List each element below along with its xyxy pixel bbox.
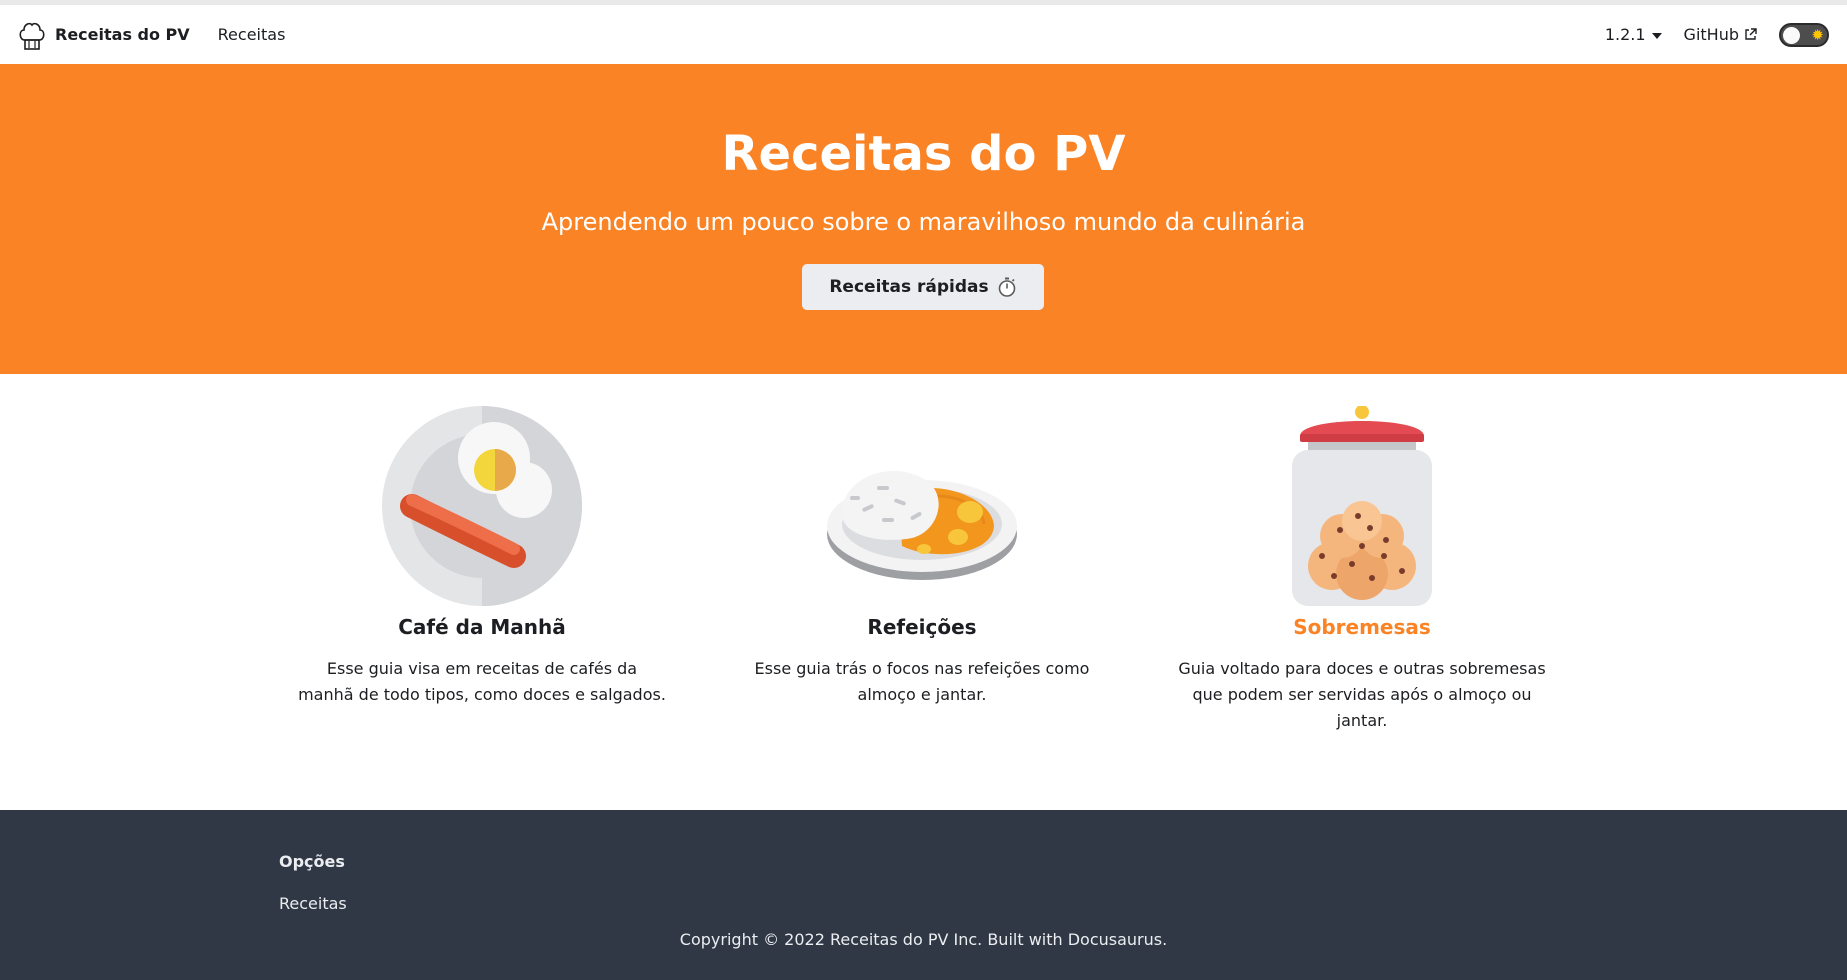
- sun-icon: ✹: [1811, 25, 1824, 44]
- github-label: GitHub: [1683, 25, 1739, 44]
- stopwatch-icon: [998, 277, 1015, 297]
- hero-banner: Receitas do PV Aprendendo um pouco sobre…: [0, 64, 1847, 374]
- feature-description: Esse guia trás o focos nas refeições com…: [754, 659, 1090, 704]
- version-dropdown[interactable]: 1.2.1: [1605, 25, 1662, 44]
- footer: Opções Receitas Copyright © 2022 Receita…: [0, 810, 1847, 980]
- github-link[interactable]: GitHub: [1684, 25, 1757, 44]
- feature-title[interactable]: Sobremesas: [1147, 615, 1577, 639]
- toggle-knob: [1783, 26, 1800, 44]
- cookie-jar-icon: [1292, 406, 1432, 606]
- footer-link-receitas[interactable]: Receitas: [279, 894, 347, 913]
- footer-copyright: Copyright © 2022 Receitas do PV Inc. Bui…: [679, 930, 1168, 949]
- footer-heading: Opções: [279, 852, 345, 871]
- feature-title: Café da Manhã: [398, 615, 566, 639]
- quick-recipes-button[interactable]: Receitas rápidas: [802, 264, 1044, 310]
- nav-link-receitas[interactable]: Receitas: [218, 25, 286, 44]
- theme-toggle[interactable]: ✹: [1779, 22, 1829, 47]
- feature-title: Refeições: [867, 615, 977, 639]
- hero-subtitle: Aprendendo um pouco sobre o maravilhoso …: [541, 208, 1306, 236]
- feature-description: Esse guia visa em receitas de cafés da m…: [298, 659, 666, 704]
- hero-title: Receitas do PV: [721, 126, 1126, 182]
- version-label: 1.2.1: [1604, 25, 1646, 44]
- navbar: Receitas do PV Receitas 1.2.1 GitHub ✹: [0, 5, 1847, 64]
- chef-hat-icon: [19, 22, 45, 50]
- feature-description: Guia voltado para doces e outras sobreme…: [1178, 659, 1546, 730]
- external-link-icon: [1745, 28, 1757, 40]
- chevron-down-icon: [1651, 32, 1662, 39]
- rice-curry-plate-icon: [827, 471, 1017, 580]
- breakfast-plate-icon: [382, 406, 582, 606]
- features-section: Café da Manhã Esse guia visa em receitas…: [0, 374, 1847, 810]
- navbar-right: 1.2.1 GitHub ✹: [1605, 22, 1829, 47]
- brand-title: Receitas do PV: [55, 25, 190, 44]
- quick-recipes-label: Receitas rápidas: [829, 277, 989, 297]
- brand-link[interactable]: Receitas do PV: [18, 18, 190, 52]
